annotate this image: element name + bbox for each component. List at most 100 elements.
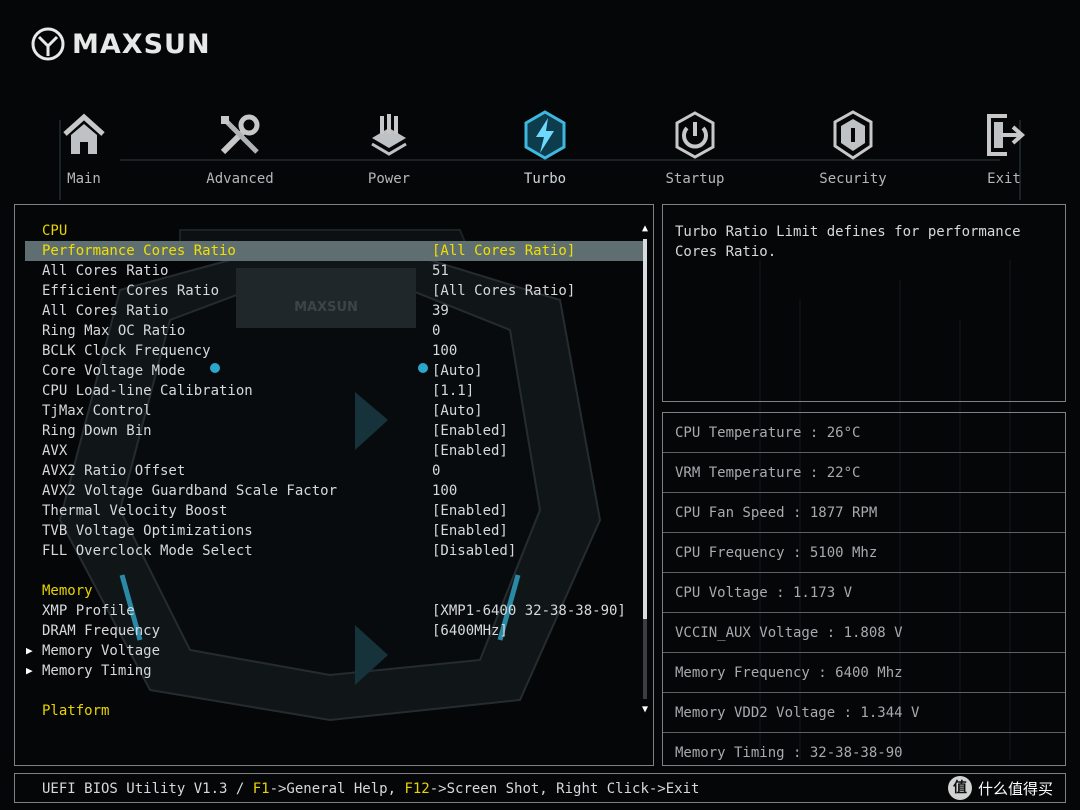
- setting-cpu-load-line-calibration[interactable]: CPU Load-line Calibration [1.1]: [25, 381, 643, 401]
- setting-value[interactable]: [Disabled]: [432, 541, 516, 561]
- watermark-badge: 值: [948, 776, 972, 800]
- settings-list: CPU Performance Cores Ratio [All Cores Ra…: [25, 221, 643, 721]
- setting-label: Ring Max OC Ratio: [42, 323, 186, 339]
- section-header-cpu: CPU: [42, 223, 68, 239]
- setting-label: BCLK Clock Frequency: [42, 343, 211, 359]
- setting-value[interactable]: [6400MHz]: [432, 621, 508, 641]
- scroll-down-arrow-icon[interactable]: ▼: [640, 705, 650, 715]
- setting-bclk-clock-frequency[interactable]: BCLK Clock Frequency 100: [25, 341, 643, 361]
- monitor-cpu-frequency: CPU Frequency : 5100 Mhz: [663, 533, 1065, 573]
- setting-value[interactable]: [XMP1-6400 32-38-38-90]: [432, 601, 626, 621]
- setting-label: Thermal Velocity Boost: [42, 503, 228, 519]
- setting-avx2-ratio-offset[interactable]: AVX2 Ratio Offset 0: [25, 461, 643, 481]
- exit-door-icon: [987, 114, 1026, 156]
- setting-value[interactable]: [Enabled]: [432, 521, 508, 541]
- setting-label: Ring Down Bin: [42, 423, 152, 439]
- f1-key: F1: [252, 781, 270, 797]
- setting-ring-max-oc-ratio[interactable]: Ring Max OC Ratio 0: [25, 321, 643, 341]
- monitor-memory-frequency: Memory Frequency : 6400 Mhz: [663, 653, 1065, 693]
- setting-value[interactable]: 0: [432, 461, 440, 481]
- setting-label: Performance Cores Ratio: [42, 243, 236, 259]
- setting-value[interactable]: [All Cores Ratio]: [432, 281, 575, 301]
- setting-value[interactable]: [Auto]: [432, 361, 483, 381]
- power-chip-icon: [371, 114, 407, 156]
- setting-value[interactable]: 100: [432, 341, 457, 361]
- setting-ring-down-bin[interactable]: Ring Down Bin [Enabled]: [25, 421, 643, 441]
- setting-core-voltage-mode[interactable]: Core Voltage Mode [Auto]: [25, 361, 643, 381]
- tab-startup[interactable]: Startup: [635, 108, 755, 194]
- setting-value[interactable]: [Enabled]: [432, 501, 508, 521]
- setting-value[interactable]: 51: [432, 261, 449, 281]
- status-prefix: UEFI BIOS Utility V1.3 /: [42, 781, 253, 797]
- setting-label: CPU Load-line Calibration: [42, 383, 253, 399]
- maxsun-logo-mark-icon: [31, 27, 65, 61]
- tab-power[interactable]: Power: [329, 108, 449, 194]
- tab-main[interactable]: Main: [24, 108, 144, 194]
- setting-value[interactable]: [Enabled]: [432, 441, 508, 461]
- tab-advanced-label: Advanced: [206, 171, 274, 187]
- setting-avx[interactable]: AVX [Enabled]: [25, 441, 643, 461]
- setting-label: All Cores Ratio: [42, 263, 169, 279]
- setting-dram-frequency[interactable]: DRAM Frequency [6400MHz]: [25, 621, 643, 641]
- setting-avx2-voltage-guardband[interactable]: AVX2 Voltage Guardband Scale Factor 100: [25, 481, 643, 501]
- setting-xmp-profile[interactable]: XMP Profile [XMP1-6400 32-38-38-90]: [25, 601, 643, 621]
- tab-exit-label: Exit: [987, 171, 1021, 187]
- f1-description: ->General Help,: [269, 781, 405, 797]
- monitor-memory-timing: Memory Timing : 32-38-38-90: [675, 745, 903, 761]
- home-icon: [63, 113, 105, 154]
- status-bar: UEFI BIOS Utility V1.3 / F1->General Hel…: [14, 773, 1066, 803]
- setting-performance-cores-ratio[interactable]: Performance Cores Ratio [All Cores Ratio]: [25, 241, 643, 261]
- watermark-text: 什么值得买: [978, 779, 1054, 798]
- tab-security[interactable]: Security: [793, 108, 913, 194]
- shield-lock-icon: [833, 110, 873, 160]
- submenu-memory-voltage[interactable]: ▶ Memory Voltage: [25, 641, 643, 661]
- setting-efficient-cores-ratio[interactable]: Efficient Cores Ratio [All Cores Ratio]: [25, 281, 643, 301]
- tab-turbo[interactable]: Turbo: [485, 108, 605, 194]
- tab-exit[interactable]: Exit: [944, 108, 1064, 194]
- scrollbar-thumb[interactable]: [643, 239, 647, 619]
- monitor-vrm-temperature: VRM Temperature : 22°C: [663, 453, 1065, 493]
- setting-label: AVX: [42, 443, 68, 459]
- f12-key: F12: [404, 781, 430, 797]
- setting-value[interactable]: 0: [432, 321, 440, 341]
- setting-value[interactable]: [Auto]: [432, 401, 483, 421]
- setting-label: AVX2 Ratio Offset: [42, 463, 186, 479]
- setting-value[interactable]: [1.1]: [432, 381, 474, 401]
- monitor-cpu-temperature: CPU Temperature : 26°C: [663, 413, 1065, 453]
- tab-main-label: Main: [67, 171, 101, 187]
- setting-fll-overclock-mode[interactable]: FLL Overclock Mode Select [Disabled]: [25, 541, 643, 561]
- setting-thermal-velocity-boost[interactable]: Thermal Velocity Boost [Enabled]: [25, 501, 643, 521]
- setting-tjmax-control[interactable]: TjMax Control [Auto]: [25, 401, 643, 421]
- brand-name: MAXSUN: [72, 28, 211, 60]
- submenu-arrow-icon: ▶: [26, 664, 33, 677]
- section-header-platform: Platform: [42, 703, 110, 719]
- monitor-vccin-aux-voltage: VCCIN_AUX Voltage : 1.808 V: [663, 613, 1065, 653]
- setting-e-all-cores-ratio[interactable]: All Cores Ratio 39: [25, 301, 643, 321]
- submenu-memory-timing[interactable]: ▶ Memory Timing: [25, 661, 643, 681]
- tab-startup-label: Startup: [665, 171, 725, 187]
- setting-value[interactable]: [Enabled]: [432, 421, 508, 441]
- settings-panel: CPU Performance Cores Ratio [All Cores Ra…: [14, 204, 654, 766]
- tab-power-label: Power: [367, 171, 411, 187]
- setting-label: Memory Timing: [42, 663, 152, 679]
- scroll-up-arrow-icon[interactable]: ▲: [640, 224, 650, 234]
- hardware-monitor-panel: CPU Temperature : 26°C VRM Temperature :…: [662, 412, 1066, 766]
- setting-p-all-cores-ratio[interactable]: All Cores Ratio 51: [25, 261, 643, 281]
- setting-label: Efficient Cores Ratio: [42, 283, 220, 299]
- setting-value[interactable]: 39: [432, 301, 449, 321]
- setting-label: All Cores Ratio: [42, 303, 169, 319]
- setting-label: XMP Profile: [42, 603, 135, 619]
- tab-advanced[interactable]: Advanced: [180, 108, 300, 194]
- setting-value[interactable]: [All Cores Ratio]: [432, 241, 575, 261]
- tab-security-label: Security: [819, 171, 887, 187]
- setting-tvb-voltage-optimizations[interactable]: TVB Voltage Optimizations [Enabled]: [25, 521, 643, 541]
- monitor-cpu-voltage: CPU Voltage : 1.173 V: [663, 573, 1065, 613]
- submenu-arrow-icon: ▶: [26, 644, 33, 657]
- setting-value[interactable]: 100: [432, 481, 457, 501]
- setting-label: TjMax Control: [42, 403, 152, 419]
- help-panel: Turbo Ratio Limit defines for performanc…: [662, 204, 1066, 402]
- main-navigation: Main Advanced Power Turbo Startup Securi…: [0, 108, 1080, 194]
- setting-label: AVX2 Voltage Guardband Scale Factor: [42, 483, 338, 499]
